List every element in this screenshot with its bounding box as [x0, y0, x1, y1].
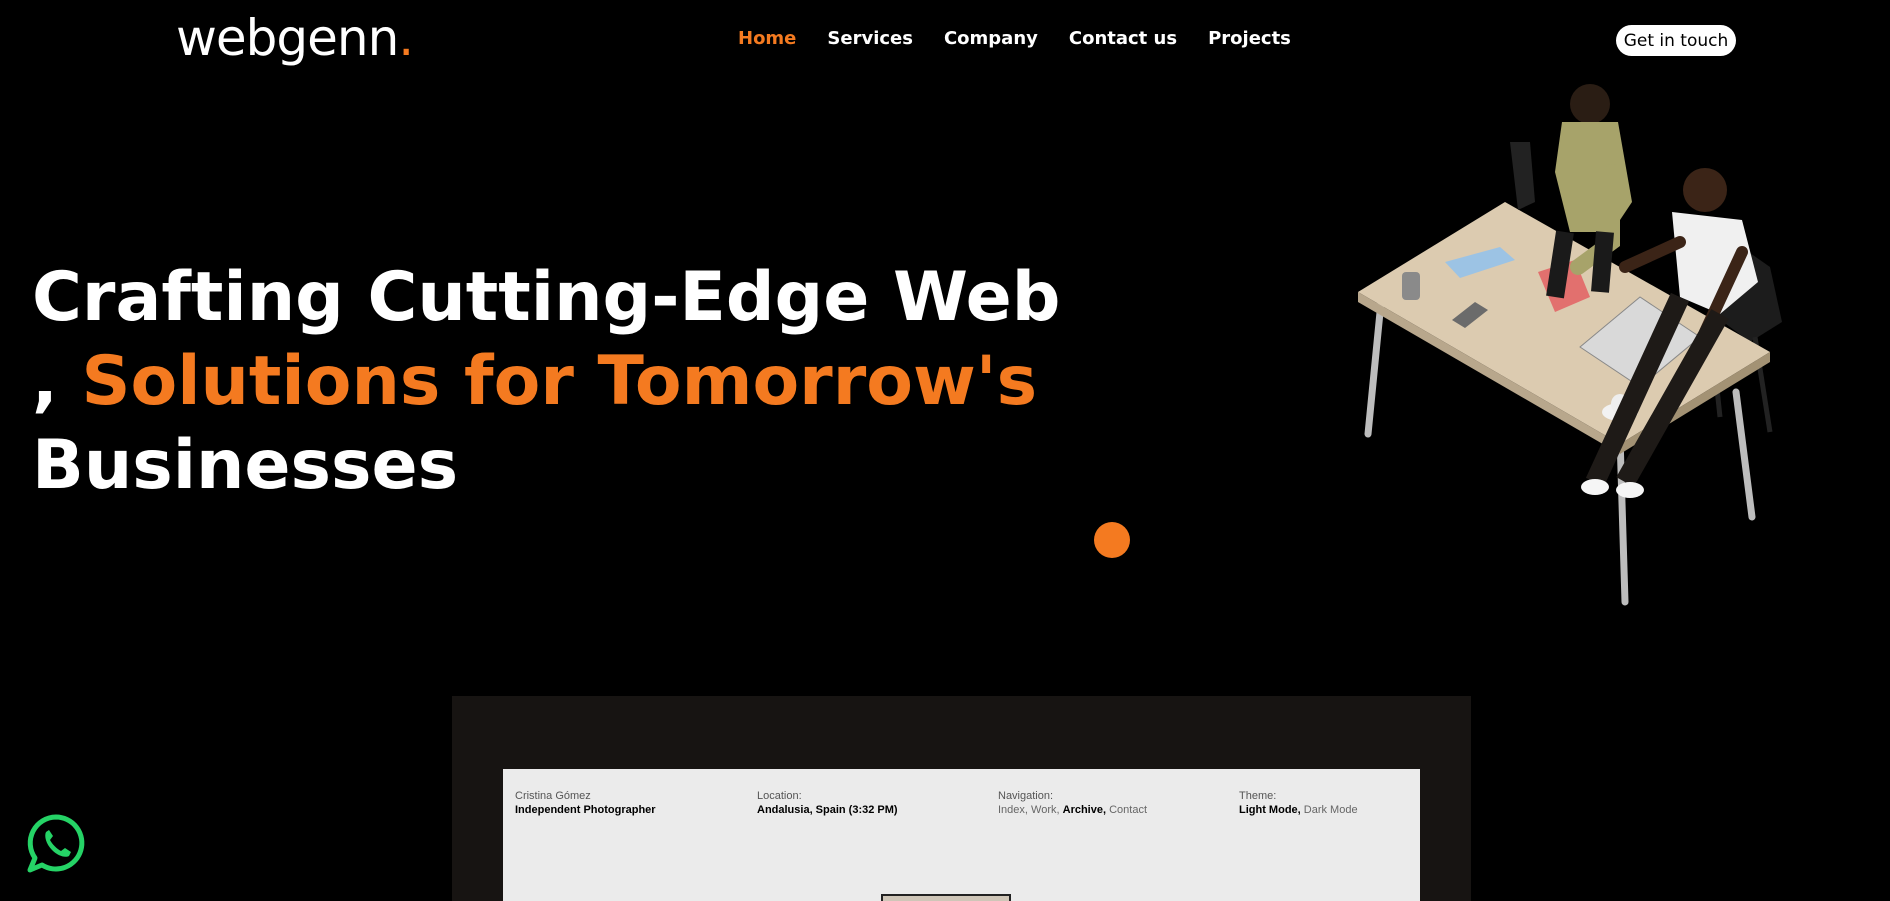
- preview-location-value: Andalusia, Spain (3:32 PM): [757, 804, 898, 816]
- preview-thumbnail-image: [881, 894, 1011, 901]
- hero-line-2-accent: Solutions for Tomorrow's: [81, 342, 1038, 421]
- decorative-orange-dot: [1094, 522, 1130, 558]
- preview-nav-archive: Archive,: [1062, 804, 1107, 816]
- hero-title: Crafting Cutting-Edge Web , Solutions fo…: [32, 256, 1060, 508]
- preview-theme-light: Light Mode,: [1239, 804, 1301, 816]
- preview-col-location: Location: Andalusia, Spain (3:32 PM): [757, 789, 898, 817]
- preview-col-navigation: Navigation: Index, Work, Archive, Contac…: [998, 789, 1147, 817]
- preview-owner-title: Independent Photographer: [515, 804, 656, 816]
- preview-theme-dark: Dark Mode: [1303, 804, 1358, 816]
- nav-item-projects[interactable]: Projects: [1208, 28, 1291, 49]
- preview-navigation-label: Navigation:: [998, 790, 1054, 802]
- preview-nav-contact: Contact: [1109, 804, 1148, 816]
- whatsapp-icon[interactable]: [24, 812, 88, 876]
- portfolio-preview-card[interactable]: Cristina Gómez Independent Photographer …: [452, 696, 1471, 901]
- get-in-touch-button[interactable]: Get in touch: [1616, 25, 1736, 56]
- main-nav: Home Services Company Contact us Project…: [738, 28, 1322, 49]
- preview-nav-work: Work,: [1031, 804, 1060, 816]
- hero-line-2-prefix: ,: [32, 342, 82, 421]
- office-desk-illustration: [1358, 84, 1782, 606]
- hero-line-3: Businesses: [32, 426, 459, 505]
- nav-item-home[interactable]: Home: [738, 28, 796, 49]
- preview-screen: Cristina Gómez Independent Photographer …: [503, 769, 1420, 901]
- hero-line-2: , Solutions for Tomorrow's: [32, 340, 1060, 424]
- brand-dot: .: [398, 9, 414, 67]
- preview-col-theme: Theme: Light Mode, Dark Mode: [1239, 789, 1358, 817]
- preview-theme-label: Theme:: [1239, 790, 1277, 802]
- preview-owner-name: Cristina Gómez: [515, 790, 591, 802]
- preview-nav-index: Index,: [998, 804, 1028, 816]
- nav-item-services[interactable]: Services: [827, 28, 913, 49]
- brand-logo[interactable]: webgenn.: [176, 8, 414, 68]
- nav-item-contact[interactable]: Contact us: [1069, 28, 1177, 49]
- preview-col-owner: Cristina Gómez Independent Photographer: [515, 789, 656, 817]
- brand-name: webgenn: [176, 9, 399, 67]
- hero-line-1: Crafting Cutting-Edge Web: [32, 258, 1061, 337]
- preview-location-label: Location:: [757, 790, 802, 802]
- nav-item-company[interactable]: Company: [944, 28, 1038, 49]
